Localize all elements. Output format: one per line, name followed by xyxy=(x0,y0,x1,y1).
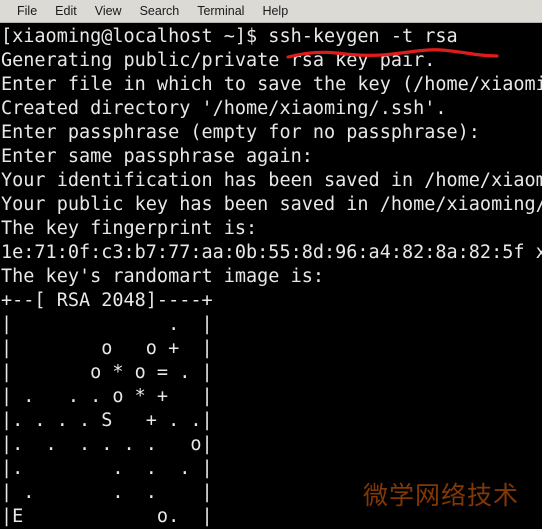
terminal-line: [xiaoming@localhost ~]$ ssh-keygen -t rs… xyxy=(1,26,458,47)
terminal-line: |. . . . | xyxy=(1,458,213,479)
menu-search[interactable]: Search xyxy=(132,2,188,21)
terminal-line: +--[ RSA 2048]----+ xyxy=(1,290,213,311)
terminal-output-area[interactable]: [xiaoming@localhost ~]$ ssh-keygen -t rs… xyxy=(0,23,542,529)
terminal-text-buffer: [xiaoming@localhost ~]$ ssh-keygen -t rs… xyxy=(1,25,542,529)
terminal-line: The key's randomart image is: xyxy=(1,266,325,287)
terminal-line: 1e:71:0f:c3:b7:77:aa:0b:55:8d:96:a4:82:8… xyxy=(1,242,542,263)
menu-help[interactable]: Help xyxy=(254,2,296,21)
menu-terminal[interactable]: Terminal xyxy=(189,2,252,21)
terminal-window: File Edit View Search Terminal Help [xia… xyxy=(0,0,542,529)
terminal-line: | o o + | xyxy=(1,338,213,359)
watermark-text: 微学网络技术 xyxy=(363,481,520,510)
terminal-line: | . | xyxy=(1,314,213,335)
terminal-line: |. . . . . . o| xyxy=(1,434,213,455)
menu-view[interactable]: View xyxy=(87,2,130,21)
terminal-line: | o * o = . | xyxy=(1,362,213,383)
terminal-line: | . . . o * + | xyxy=(1,386,213,407)
terminal-line: Enter passphrase (empty for no passphras… xyxy=(1,122,480,143)
menu-edit[interactable]: Edit xyxy=(47,2,85,21)
menu-bar: File Edit View Search Terminal Help xyxy=(0,0,542,23)
terminal-line: Your identification has been saved in /h… xyxy=(1,170,542,191)
terminal-line: Enter file in which to save the key (/ho… xyxy=(1,74,542,95)
terminal-line: Your public key has been saved in /home/… xyxy=(1,194,542,215)
terminal-line: |. . . . S + . .| xyxy=(1,410,213,431)
terminal-line: Enter same passphrase again: xyxy=(1,146,313,167)
terminal-line: The key fingerprint is: xyxy=(1,218,258,239)
terminal-line: Generating public/private rsa key pair. xyxy=(1,50,436,71)
terminal-line: Created directory '/home/xiaoming/.ssh'. xyxy=(1,98,447,119)
menu-file[interactable]: File xyxy=(9,2,45,21)
